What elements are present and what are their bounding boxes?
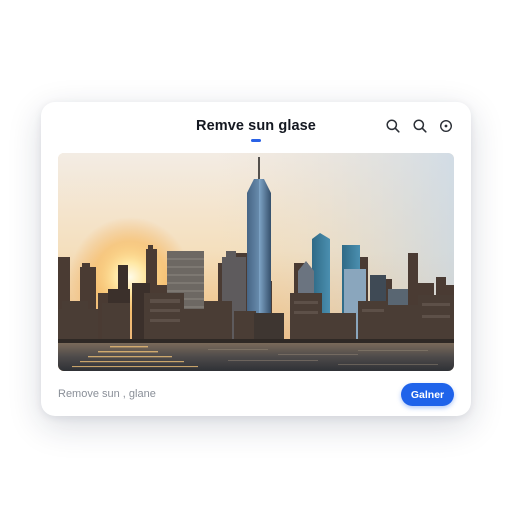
settings-icon[interactable] [438, 118, 454, 134]
dialog-title: Remve sun glase [196, 118, 316, 134]
zoom-icon[interactable] [412, 118, 428, 134]
city-skyline-sunset-photo [58, 153, 454, 371]
caption-text: Remove sun , glane [58, 388, 156, 400]
title-underline-indicator [251, 139, 261, 142]
action-button[interactable]: Galner [401, 383, 454, 406]
search-icon[interactable] [385, 118, 401, 134]
edit-dialog: Remve sun glase Remove sun , glane Galne… [41, 102, 471, 416]
